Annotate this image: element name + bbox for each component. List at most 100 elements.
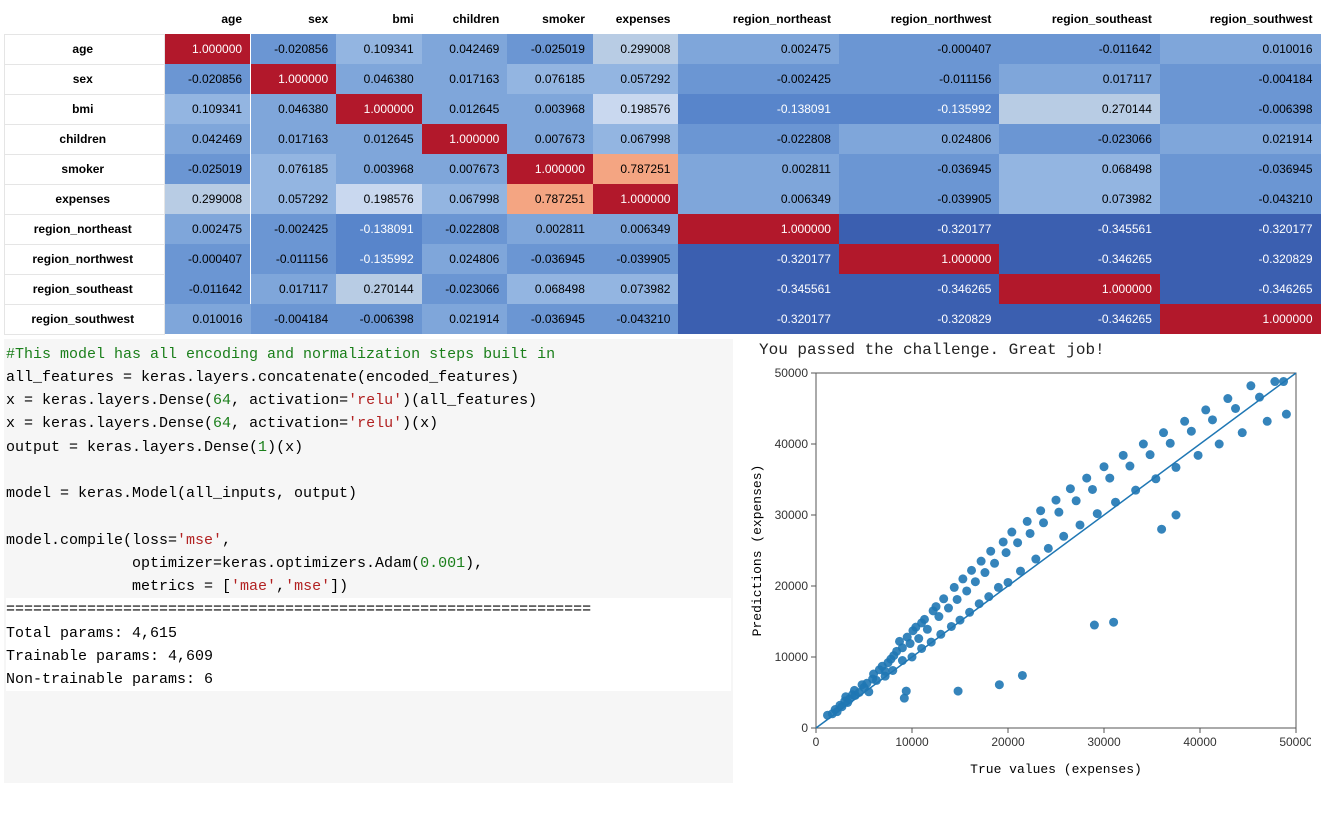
heatmap-cell: 0.109341 bbox=[336, 34, 422, 64]
svg-text:40000: 40000 bbox=[775, 437, 809, 451]
heatmap-cell: -0.138091 bbox=[678, 94, 838, 124]
svg-text:50000: 50000 bbox=[775, 366, 809, 380]
correlation-heatmap: agesexbmichildrensmokerexpensesregion_no… bbox=[4, 4, 1321, 335]
heatmap-col-header: sex bbox=[251, 4, 337, 34]
heatmap-cell: 0.076185 bbox=[507, 64, 593, 94]
heatmap-cell: -0.002425 bbox=[678, 64, 838, 94]
heatmap-cell: -0.345561 bbox=[999, 214, 1159, 244]
heatmap-cell: 0.299008 bbox=[165, 184, 251, 214]
heatmap-cell: 1.000000 bbox=[422, 124, 508, 154]
heatmap-cell: 0.007673 bbox=[422, 154, 508, 184]
heatmap-cell: 1.000000 bbox=[165, 34, 251, 64]
heatmap-cell: 0.042469 bbox=[165, 124, 251, 154]
heatmap-cell: 0.046380 bbox=[336, 64, 422, 94]
heatmap-cell: -0.022808 bbox=[422, 214, 508, 244]
svg-text:True values (expenses): True values (expenses) bbox=[970, 762, 1142, 777]
heatmap-cell: 0.042469 bbox=[422, 34, 508, 64]
heatmap-cell: -0.320177 bbox=[678, 304, 838, 334]
heatmap-col-header: region_southwest bbox=[1160, 4, 1321, 34]
heatmap-cell: 0.017163 bbox=[251, 124, 337, 154]
heatmap-cell: 0.299008 bbox=[593, 34, 679, 64]
heatmap-cell: 1.000000 bbox=[593, 184, 679, 214]
heatmap-cell: -0.036945 bbox=[839, 154, 999, 184]
heatmap-cell: 0.017117 bbox=[251, 274, 337, 304]
heatmap-col-header: smoker bbox=[507, 4, 593, 34]
heatmap-cell: -0.020856 bbox=[251, 34, 337, 64]
heatmap-cell: -0.004184 bbox=[1160, 64, 1321, 94]
heatmap-cell: -0.345561 bbox=[678, 274, 838, 304]
heatmap-cell: -0.320177 bbox=[839, 214, 999, 244]
heatmap-cell: 0.024806 bbox=[422, 244, 508, 274]
heatmap-cell: 0.068498 bbox=[999, 154, 1159, 184]
heatmap-cell: -0.025019 bbox=[165, 154, 251, 184]
heatmap-cell: -0.346265 bbox=[1160, 274, 1321, 304]
heatmap-cell: 1.000000 bbox=[507, 154, 593, 184]
heatmap-cell: 0.024806 bbox=[839, 124, 999, 154]
heatmap-cell: -0.022808 bbox=[678, 124, 838, 154]
heatmap-cell: -0.036945 bbox=[507, 244, 593, 274]
scatter-plot: You passed the challenge. Great job! 00 1… bbox=[741, 339, 1321, 783]
heatmap-cell: 0.002475 bbox=[165, 214, 251, 244]
heatmap-row-header: region_southeast bbox=[5, 274, 165, 304]
scatter-title: You passed the challenge. Great job! bbox=[759, 341, 1321, 359]
heatmap-cell: -0.002425 bbox=[251, 214, 337, 244]
heatmap-cell: 0.021914 bbox=[422, 304, 508, 334]
heatmap-row-header: region_northeast bbox=[5, 214, 165, 244]
heatmap-cell: -0.025019 bbox=[507, 34, 593, 64]
heatmap-cell: -0.135992 bbox=[839, 94, 999, 124]
heatmap-row-header: expenses bbox=[5, 184, 165, 214]
heatmap-cell: 0.057292 bbox=[593, 64, 679, 94]
svg-text:20000: 20000 bbox=[991, 735, 1025, 749]
heatmap-cell: 0.198576 bbox=[593, 94, 679, 124]
heatmap-row-header: region_northwest bbox=[5, 244, 165, 274]
heatmap-cell: -0.000407 bbox=[165, 244, 251, 274]
heatmap-cell: -0.320829 bbox=[839, 304, 999, 334]
svg-text:30000: 30000 bbox=[775, 508, 809, 522]
heatmap-cell: -0.011642 bbox=[999, 34, 1159, 64]
heatmap-cell: 1.000000 bbox=[251, 64, 337, 94]
heatmap-row-header: children bbox=[5, 124, 165, 154]
heatmap-cell: 0.057292 bbox=[251, 184, 337, 214]
heatmap-cell: 0.787251 bbox=[507, 184, 593, 214]
heatmap-cell: 0.073982 bbox=[999, 184, 1159, 214]
heatmap-col-header: expenses bbox=[593, 4, 679, 34]
heatmap-cell: 0.017163 bbox=[422, 64, 508, 94]
heatmap-cell: -0.036945 bbox=[1160, 154, 1321, 184]
heatmap-row-header: smoker bbox=[5, 154, 165, 184]
heatmap-cell: -0.346265 bbox=[839, 274, 999, 304]
heatmap-cell: 0.787251 bbox=[593, 154, 679, 184]
heatmap-cell: -0.000407 bbox=[839, 34, 999, 64]
svg-text:Predictions (expenses): Predictions (expenses) bbox=[750, 464, 765, 636]
heatmap-cell: -0.023066 bbox=[999, 124, 1159, 154]
heatmap-cell: -0.039905 bbox=[839, 184, 999, 214]
heatmap-cell: -0.011156 bbox=[251, 244, 337, 274]
heatmap-cell: 0.021914 bbox=[1160, 124, 1321, 154]
heatmap-cell: -0.346265 bbox=[999, 244, 1159, 274]
heatmap-row-header: age bbox=[5, 34, 165, 64]
heatmap-cell: 0.003968 bbox=[507, 94, 593, 124]
heatmap-cell: 0.002811 bbox=[678, 154, 838, 184]
heatmap-cell: 0.007673 bbox=[507, 124, 593, 154]
heatmap-cell: 0.006349 bbox=[678, 184, 838, 214]
heatmap-cell: 0.003968 bbox=[336, 154, 422, 184]
heatmap-cell: 0.012645 bbox=[422, 94, 508, 124]
heatmap-col-header: region_northeast bbox=[678, 4, 838, 34]
heatmap-col-header: region_southeast bbox=[999, 4, 1159, 34]
heatmap-cell: 0.002811 bbox=[507, 214, 593, 244]
svg-text:20000: 20000 bbox=[775, 579, 809, 593]
heatmap-cell: 0.270144 bbox=[336, 274, 422, 304]
heatmap-cell: -0.043210 bbox=[593, 304, 679, 334]
heatmap-cell: -0.043210 bbox=[1160, 184, 1321, 214]
heatmap-cell: 0.198576 bbox=[336, 184, 422, 214]
heatmap-row-header: bmi bbox=[5, 94, 165, 124]
svg-text:10000: 10000 bbox=[775, 650, 809, 664]
heatmap-cell: -0.320177 bbox=[678, 244, 838, 274]
heatmap-cell: 0.068498 bbox=[507, 274, 593, 304]
svg-text:0: 0 bbox=[801, 721, 808, 735]
heatmap-cell: 0.017117 bbox=[999, 64, 1159, 94]
heatmap-cell: -0.006398 bbox=[1160, 94, 1321, 124]
heatmap-cell: 0.010016 bbox=[1160, 34, 1321, 64]
heatmap-cell: -0.320829 bbox=[1160, 244, 1321, 274]
heatmap-cell: 0.270144 bbox=[999, 94, 1159, 124]
svg-text:0: 0 bbox=[813, 735, 820, 749]
